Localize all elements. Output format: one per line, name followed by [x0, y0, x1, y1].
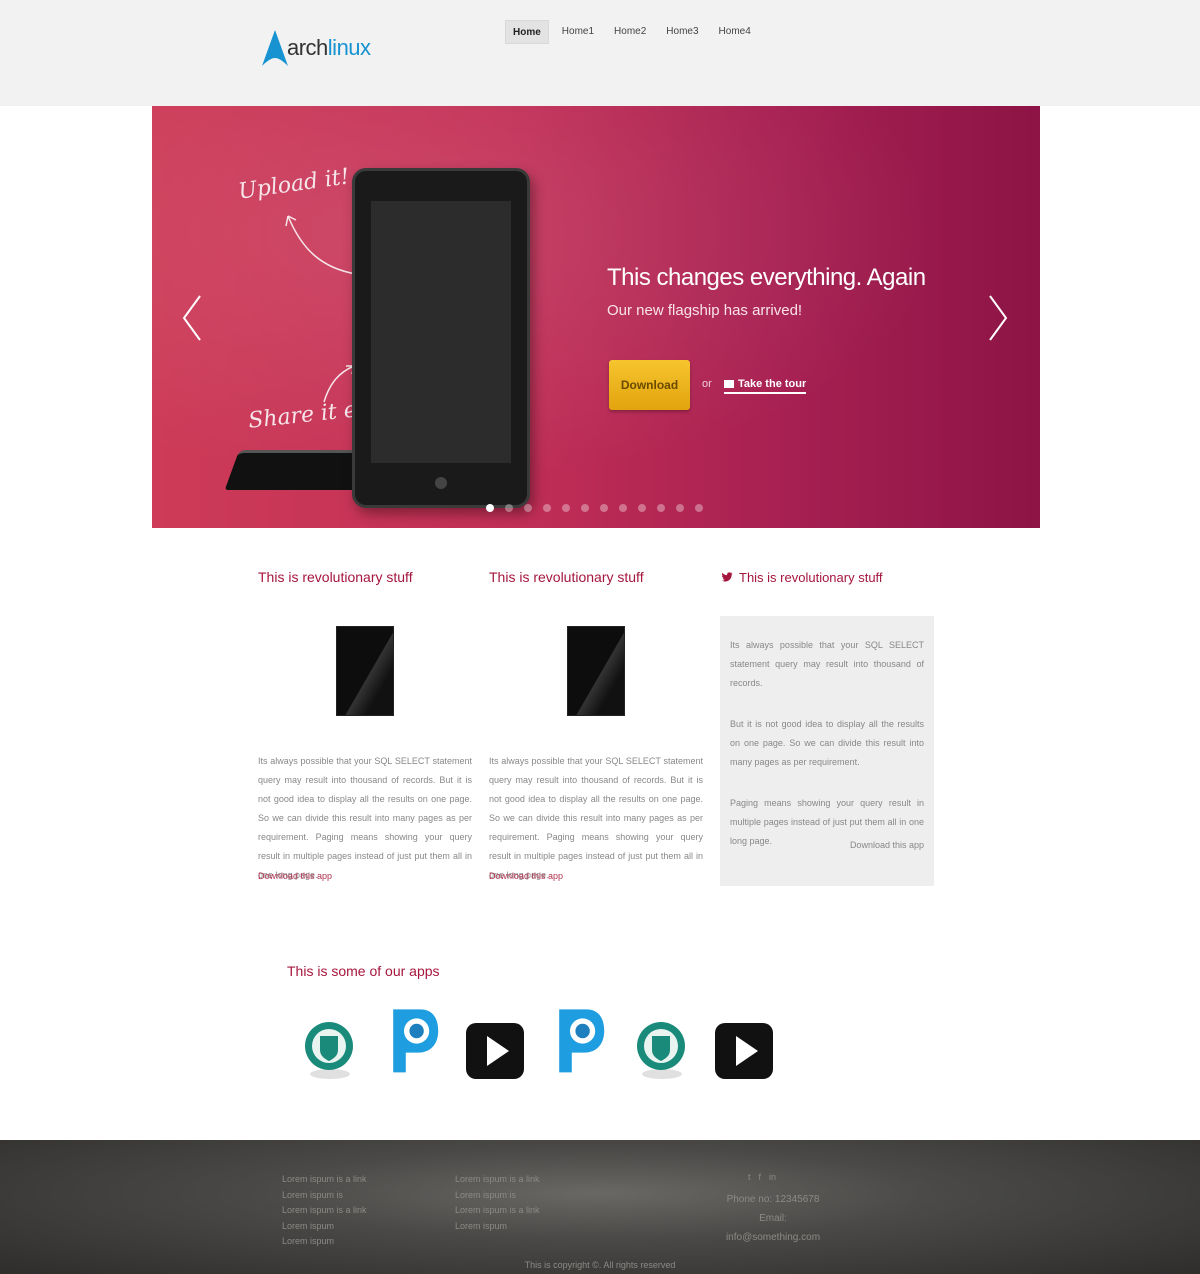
chevron-right-icon[interactable] — [986, 294, 1010, 342]
linkedin-icon[interactable]: in — [769, 1172, 776, 1182]
take-tour-label: Take the tour — [738, 378, 807, 390]
apps-title: This is some of our apps — [287, 963, 440, 979]
slider-dot[interactable] — [600, 504, 608, 512]
footer-link[interactable]: Lorem ispum is a link — [282, 1203, 367, 1219]
p-app-icon[interactable] — [549, 1004, 609, 1076]
hero-slider: Upload it! Share it easily! This changes… — [152, 106, 1040, 528]
copyright: This is copyright ©. All rights reserved — [524, 1260, 676, 1270]
download-app-link[interactable]: Download this app — [258, 871, 332, 881]
facebook-icon[interactable]: f — [759, 1172, 762, 1182]
hero-title: This changes everything. Again — [607, 264, 926, 291]
slider-dot[interactable] — [505, 504, 513, 512]
slider-dot[interactable] — [562, 504, 570, 512]
nav-home3[interactable]: Home3 — [659, 20, 705, 44]
footer-links-1: Lorem ispum is a link Lorem ispum is Lor… — [282, 1172, 367, 1250]
feature-column-2: This is revolutionary stuff Its always p… — [489, 566, 703, 881]
curved-arrow-icon — [285, 215, 357, 275]
tablet-home-button — [435, 477, 447, 489]
slider-dot[interactable] — [657, 504, 665, 512]
slider-dot[interactable] — [619, 504, 627, 512]
download-app-link[interactable]: Download this app — [489, 871, 563, 881]
slider-dot[interactable] — [543, 504, 551, 512]
shield-app-icon[interactable] — [632, 1012, 692, 1084]
email-address: Email: info@something.com — [725, 1213, 821, 1243]
contact-info: Phone no: 12345678 Email: info@something… — [718, 1190, 828, 1247]
nav-home2[interactable]: Home2 — [607, 20, 653, 44]
slider-dot[interactable] — [581, 504, 589, 512]
column-title: This is revolutionary stuff — [258, 569, 413, 585]
video-icon — [724, 380, 734, 388]
sidebar-title-text: This is revolutionary stuff — [739, 569, 883, 585]
tablet-thumbnail — [336, 626, 394, 716]
tablet-thumbnail — [567, 626, 625, 716]
slider-dot[interactable] — [638, 504, 646, 512]
sidebar-box: Its always possible that your SQL SELECT… — [720, 616, 934, 886]
slider-dot[interactable] — [695, 504, 703, 512]
main-nav: Home Home1 Home2 Home3 Home4 — [505, 20, 758, 44]
logo[interactable]: archlinux — [261, 26, 373, 68]
slider-dot[interactable] — [524, 504, 532, 512]
phone-number: Phone no: 12345678 — [726, 1194, 820, 1205]
twitter-icon[interactable]: t — [748, 1172, 751, 1182]
sidebar-paragraph: But it is not good idea to display all t… — [730, 719, 924, 767]
footer-link[interactable]: Lorem ispum is a link — [455, 1203, 540, 1219]
footer: Lorem ispum is a link Lorem ispum is Lor… — [0, 1140, 1200, 1274]
footer-link[interactable]: Lorem ispum is — [282, 1188, 367, 1204]
play-app-icon[interactable] — [465, 1016, 525, 1088]
nav-home4[interactable]: Home4 — [712, 20, 758, 44]
slider-dots — [486, 504, 703, 512]
tablet-image — [352, 168, 530, 508]
header: archlinux Home Home1 Home2 Home3 Home4 — [0, 0, 1200, 106]
footer-link[interactable]: Lorem ispum — [282, 1219, 367, 1235]
footer-links-2: Lorem ispum is a link Lorem ispum is Lor… — [455, 1172, 540, 1234]
footer-link[interactable]: Lorem ispum — [282, 1234, 367, 1250]
sidebar-title: This is revolutionary stuff — [722, 566, 883, 588]
chevron-left-icon[interactable] — [180, 294, 204, 342]
logo-arch: arch — [287, 35, 328, 60]
logo-text: archlinux — [287, 34, 371, 62]
nav-home1[interactable]: Home1 — [555, 20, 601, 44]
feature-column-1: This is revolutionary stuff Its always p… — [258, 566, 472, 881]
shield-app-icon[interactable] — [300, 1012, 360, 1084]
footer-link[interactable]: Lorem ispum is a link — [455, 1172, 540, 1188]
column-text: Its always possible that your SQL SELECT… — [258, 756, 472, 880]
hero-subtitle: Our new flagship has arrived! — [607, 302, 803, 319]
social-links: t f in — [748, 1172, 776, 1182]
logo-linux: linux — [327, 35, 371, 60]
slider-dot[interactable] — [676, 504, 684, 512]
footer-link[interactable]: Lorem ispum — [455, 1219, 540, 1235]
arch-logo-icon — [262, 30, 288, 66]
footer-link[interactable]: Lorem ispum is — [455, 1188, 540, 1204]
sidebar-paragraph: Its always possible that your SQL SELECT… — [730, 640, 924, 688]
nav-home[interactable]: Home — [505, 20, 549, 44]
download-app-link[interactable]: Download this app — [850, 840, 924, 850]
download-button[interactable]: Download — [609, 360, 690, 410]
twitter-icon — [722, 572, 733, 582]
tablet-screen — [371, 201, 511, 463]
column-title: This is revolutionary stuff — [489, 569, 644, 585]
column-text: Its always possible that your SQL SELECT… — [489, 756, 703, 880]
slider-dot[interactable] — [486, 504, 494, 512]
or-text: or — [702, 378, 712, 390]
play-app-icon[interactable] — [714, 1016, 774, 1088]
take-tour-link[interactable]: Take the tour — [724, 378, 807, 394]
footer-link[interactable]: Lorem ispum is a link — [282, 1172, 367, 1188]
p-app-icon[interactable] — [383, 1004, 443, 1076]
